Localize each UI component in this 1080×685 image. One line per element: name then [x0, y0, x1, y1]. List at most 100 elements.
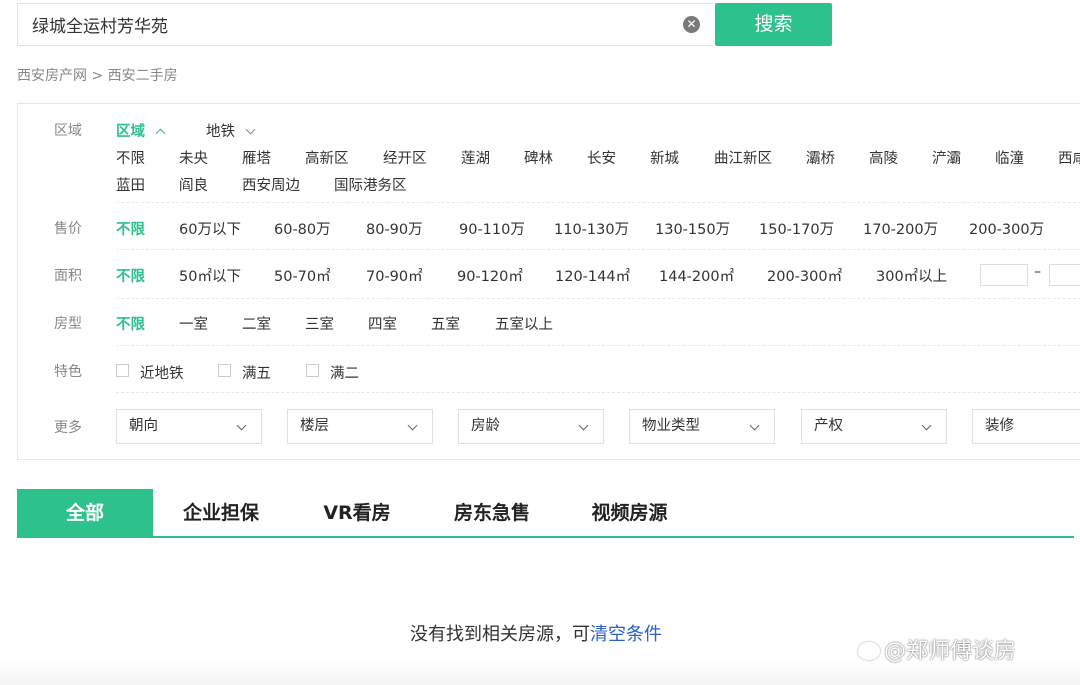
breadcrumb-current[interactable]: 西安二手房	[108, 68, 178, 84]
region-option[interactable]: 曲江新区	[714, 147, 772, 168]
price-option-any[interactable]: 不限	[116, 218, 145, 239]
price-option[interactable]: 60万以下	[179, 218, 241, 239]
five-year-checkbox[interactable]	[218, 364, 231, 377]
layout-option[interactable]: 三室	[305, 313, 334, 334]
layout-option-any[interactable]: 不限	[116, 313, 145, 334]
features-label: 特色	[54, 364, 82, 380]
region-option[interactable]: 新城	[650, 147, 679, 168]
chevron-down-icon	[407, 420, 418, 431]
area-min-input[interactable]	[980, 264, 1028, 286]
region-option[interactable]: 国际港务区	[334, 174, 407, 195]
orientation-dropdown[interactable]: 朝向	[116, 409, 262, 444]
filter-panel: 区域 区域 地铁 不限 未央 雁塔 高新区 经开区 莲湖 碑林 长安 新城 曲江…	[17, 103, 1080, 460]
layout-option[interactable]: 二室	[242, 313, 271, 334]
feature-option[interactable]: 近地铁	[140, 362, 184, 383]
price-option[interactable]: 60-80万	[274, 218, 331, 239]
layout-option[interactable]: 五室	[431, 313, 460, 334]
region-option[interactable]: 阎良	[179, 174, 208, 195]
region-option[interactable]: 未央	[179, 147, 208, 168]
breadcrumb-separator: >	[91, 68, 104, 84]
property-type-dropdown[interactable]: 物业类型	[629, 409, 775, 444]
search-box: ✕	[17, 3, 713, 46]
layout-option[interactable]: 五室以上	[495, 313, 553, 334]
area-option-any[interactable]: 不限	[116, 265, 145, 286]
area-label: 面积	[54, 268, 82, 284]
region-mode-district[interactable]: 区域	[116, 120, 166, 141]
two-year-checkbox[interactable]	[306, 364, 319, 377]
area-option[interactable]: 300㎡以上	[876, 265, 947, 286]
row-divider	[116, 249, 1080, 250]
close-circle-icon[interactable]: ✕	[683, 16, 700, 33]
chevron-down-icon	[236, 420, 247, 431]
more-label: 更多	[54, 420, 82, 436]
empty-result-message: 没有找到相关房源，可清空条件	[410, 620, 662, 646]
price-option[interactable]: 150-170万	[759, 218, 834, 239]
chevron-down-icon	[245, 124, 256, 135]
region-mode-subway[interactable]: 地铁	[206, 120, 256, 141]
price-option[interactable]: 90-110万	[459, 218, 525, 239]
area-option[interactable]: 50㎡以下	[179, 265, 241, 286]
empty-text: 没有找到相关房源，可	[410, 624, 590, 645]
region-option[interactable]: 高新区	[305, 147, 349, 168]
row-divider	[116, 392, 1080, 393]
area-option[interactable]: 70-90㎡	[366, 265, 423, 286]
chevron-down-icon	[578, 420, 589, 431]
tab-all[interactable]: 全部	[17, 489, 153, 536]
search-input[interactable]	[32, 4, 672, 45]
region-option[interactable]: 高陵	[869, 147, 898, 168]
watermark: @郑师傅谈房	[858, 633, 1016, 665]
tab-vr[interactable]: VR看房	[307, 489, 407, 536]
area-option[interactable]: 50-70㎡	[274, 265, 331, 286]
floor-dropdown[interactable]: 楼层	[287, 409, 433, 444]
chevron-up-icon	[155, 128, 166, 139]
layout-label: 房型	[54, 316, 82, 332]
region-option[interactable]: 西安周边	[242, 174, 300, 195]
breadcrumb: 西安房产网 > 西安二手房	[17, 65, 178, 85]
chevron-down-icon	[749, 420, 760, 431]
region-option[interactable]: 雁塔	[242, 147, 271, 168]
feature-option[interactable]: 满五	[242, 362, 271, 383]
region-option[interactable]: 西咸	[1058, 147, 1080, 168]
price-option[interactable]: 200-300万	[969, 218, 1044, 239]
layout-option[interactable]: 四室	[368, 313, 397, 334]
price-label: 售价	[54, 221, 82, 237]
region-option[interactable]: 不限	[116, 147, 145, 168]
region-option[interactable]: 蓝田	[116, 174, 145, 195]
price-option[interactable]: 170-200万	[863, 218, 938, 239]
area-max-input[interactable]	[1049, 264, 1080, 286]
row-divider	[116, 202, 1080, 203]
area-option[interactable]: 90-120㎡	[457, 265, 523, 286]
region-option[interactable]: 莲湖	[461, 147, 490, 168]
region-option[interactable]: 碑林	[524, 147, 553, 168]
price-option[interactable]: 80-90万	[366, 218, 423, 239]
region-option[interactable]: 灞桥	[806, 147, 835, 168]
tab-video[interactable]: 视频房源	[577, 489, 682, 536]
area-option[interactable]: 120-144㎡	[555, 265, 630, 286]
decoration-dropdown[interactable]: 装修	[972, 409, 1080, 444]
row-divider	[116, 345, 1080, 346]
area-option[interactable]: 200-300㎡	[767, 265, 842, 286]
price-option[interactable]: 110-130万	[554, 218, 629, 239]
clear-filters-link[interactable]: 清空条件	[590, 624, 662, 645]
breadcrumb-home[interactable]: 西安房产网	[17, 68, 87, 84]
area-option[interactable]: 144-200㎡	[659, 265, 734, 286]
building-age-dropdown[interactable]: 房龄	[458, 409, 604, 444]
region-option[interactable]: 经开区	[383, 147, 427, 168]
price-option[interactable]: 130-150万	[655, 218, 730, 239]
region-option[interactable]: 长安	[587, 147, 616, 168]
tab-guaranteed[interactable]: 企业担保	[167, 489, 275, 536]
region-option[interactable]: 临潼	[995, 147, 1024, 168]
chevron-down-icon	[921, 420, 932, 431]
region-label: 区域	[54, 123, 82, 139]
row-divider	[116, 298, 1080, 299]
range-dash: –	[1034, 264, 1041, 280]
tab-urgent-sale[interactable]: 房东急售	[442, 489, 542, 536]
chat-bubble-icon	[858, 642, 880, 660]
feature-option[interactable]: 满二	[330, 362, 359, 383]
region-option[interactable]: 浐灞	[932, 147, 961, 168]
near-subway-checkbox[interactable]	[116, 364, 129, 377]
listing-tabs: 全部 企业担保 VR看房 房东急售 视频房源	[17, 489, 1074, 538]
search-button[interactable]: 搜索	[715, 3, 832, 46]
layout-option[interactable]: 一室	[179, 313, 208, 334]
ownership-dropdown[interactable]: 产权	[801, 409, 947, 444]
